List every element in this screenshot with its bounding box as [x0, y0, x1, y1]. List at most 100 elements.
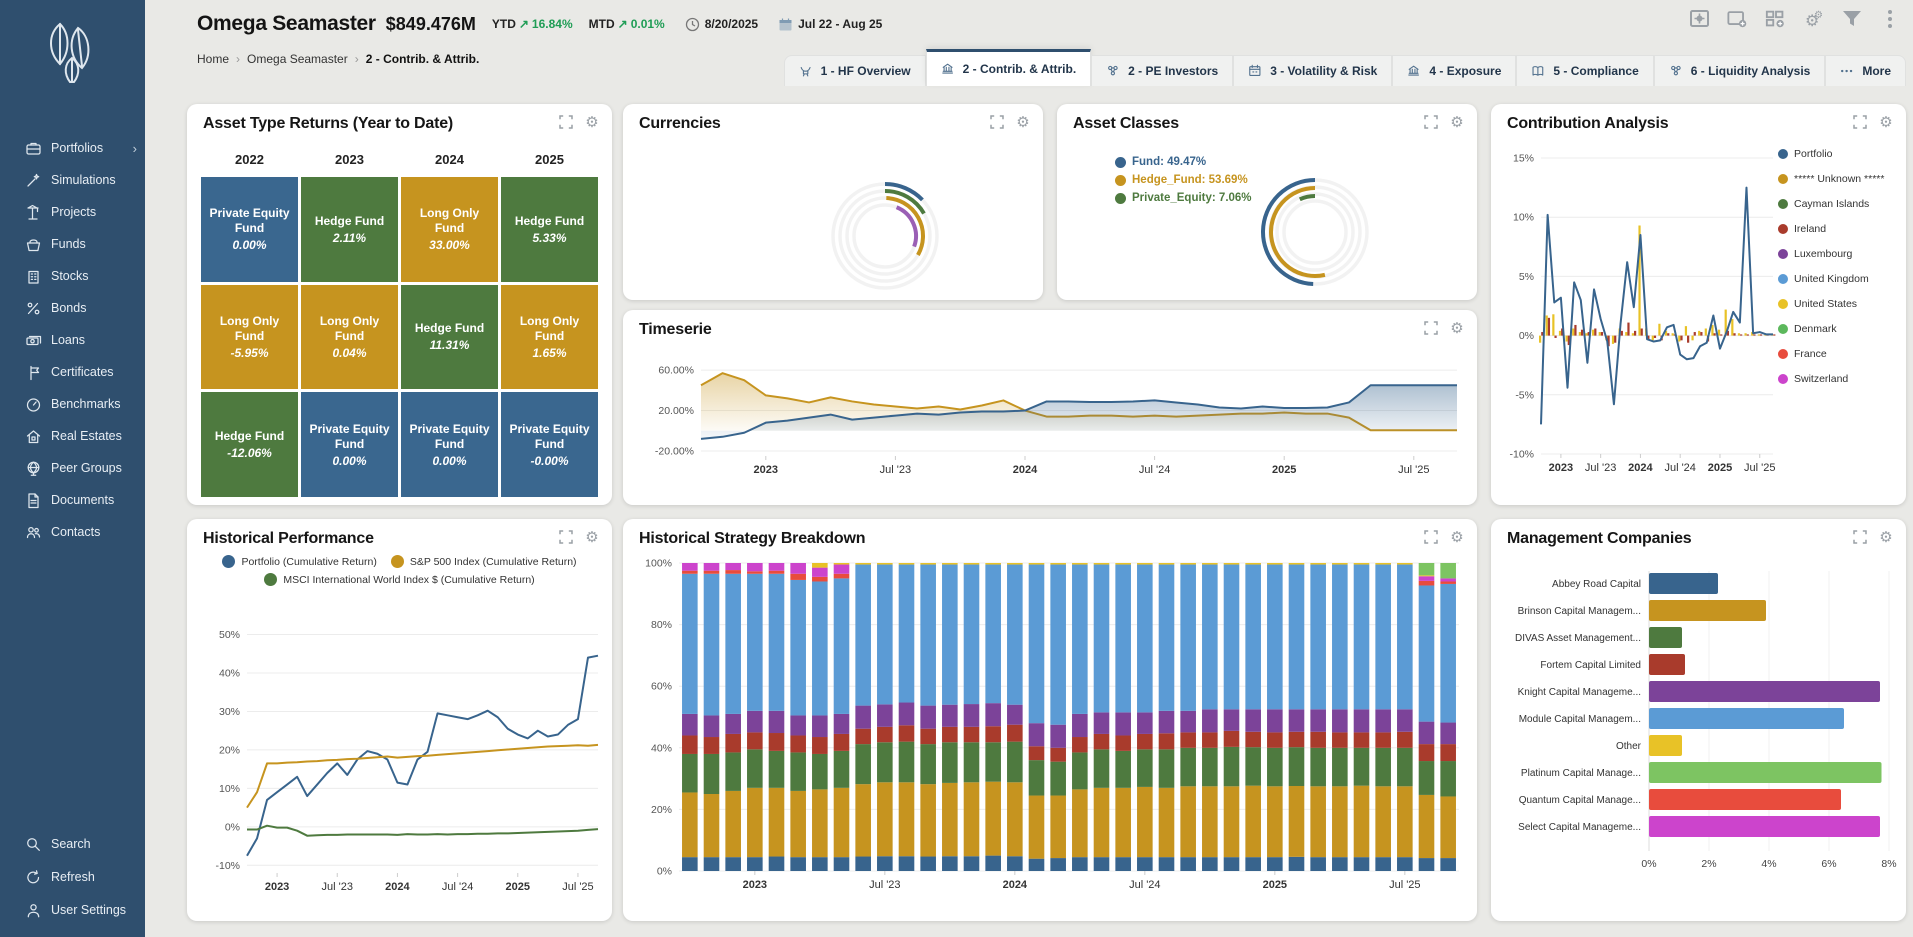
breadcrumb-item[interactable]: Omega Seamaster	[247, 52, 348, 66]
legend-item-portfolio-cumulative-return[interactable]: Portfolio (Cumulative Return)	[222, 555, 376, 568]
expand-icon[interactable]	[1423, 114, 1439, 130]
bar-select-capital-manageme	[1649, 816, 1880, 837]
expand-icon[interactable]	[1852, 114, 1868, 130]
tab-more[interactable]: More	[1825, 55, 1906, 86]
settings-gears-icon[interactable]: ⚙⚙	[1803, 8, 1825, 30]
sidebar-item-documents[interactable]: Documents	[0, 486, 145, 514]
breadcrumb-item[interactable]: Home	[197, 52, 229, 66]
tab-2-pe-investors[interactable]: 2 - PE Investors	[1091, 55, 1233, 86]
sidebar: Portfolios› Simulations Projects Funds Stock…	[0, 0, 145, 937]
gear-icon[interactable]: ⚙	[584, 529, 600, 545]
svg-text:Jul '25: Jul '25	[562, 881, 593, 893]
tab-2-contrib-attrib[interactable]: 2 - Contrib. & Attrib.	[926, 49, 1092, 86]
kebab-menu-icon[interactable]	[1879, 8, 1901, 30]
heatmap-cell-private-equity-fund[interactable]: Private Equity Fund0.00%	[401, 392, 498, 497]
sidebar-item-bonds[interactable]: Bonds	[0, 294, 145, 322]
svg-text:0%: 0%	[657, 866, 672, 878]
sidebar-item-stocks[interactable]: Stocks	[0, 262, 145, 290]
currencies-radial-chart	[623, 136, 1043, 298]
magnifier-icon	[24, 835, 42, 853]
svg-text:2025: 2025	[1708, 462, 1732, 474]
heatmap-cell-private-equity-fund[interactable]: Private Equity Fund0.00%	[301, 392, 398, 497]
heatmap-cell-long-only-fund[interactable]: Long Only Fund33.00%	[401, 177, 498, 282]
legend-item-ireland[interactable]: Ireland	[1778, 223, 1898, 235]
gear-icon[interactable]: ⚙	[1449, 114, 1465, 130]
svg-text:5%: 5%	[1519, 271, 1534, 283]
expand-icon[interactable]	[1423, 529, 1439, 545]
sidebar-item-search[interactable]: Search	[0, 830, 145, 858]
tab-6-liquidity-analysis[interactable]: 6 - Liquidity Analysis	[1654, 55, 1826, 86]
tab-4-exposure[interactable]: 4 - Exposure	[1392, 55, 1516, 86]
legend-dot	[264, 573, 277, 586]
breadcrumb: Home›Omega Seamaster›2 - Contrib. & Attr…	[197, 52, 479, 66]
tab-label: 5 - Compliance	[1553, 64, 1638, 78]
expand-icon[interactable]	[1423, 320, 1439, 336]
panel-title: Historical Strategy Breakdown	[639, 530, 865, 548]
legend-item-france[interactable]: France	[1778, 348, 1898, 360]
bar-platinum-capital-manage	[1649, 762, 1882, 783]
tab-label: 4 - Exposure	[1429, 64, 1501, 78]
mtd-label: MTD	[589, 17, 615, 31]
legend-item-united-kingdom[interactable]: United Kingdom	[1778, 273, 1898, 285]
svg-text:15%: 15%	[1513, 153, 1534, 165]
svg-text:2024: 2024	[1013, 464, 1038, 476]
sidebar-item-portfolios[interactable]: Portfolios›	[0, 134, 145, 162]
add-panel-icon[interactable]	[1727, 8, 1749, 30]
sidebar-item-refresh[interactable]: Refresh	[0, 863, 145, 891]
breadcrumb-item[interactable]: 2 - Contrib. & Attrib.	[366, 52, 480, 66]
sidebar-item-funds[interactable]: Funds	[0, 230, 145, 258]
legend-item-portfolio[interactable]: Portfolio	[1778, 148, 1898, 160]
heatmap-cell-long-only-fund[interactable]: Long Only Fund-5.95%	[201, 285, 298, 390]
sidebar-item-loans[interactable]: Loans	[0, 326, 145, 354]
gear-icon[interactable]: ⚙	[1878, 114, 1894, 130]
heatmap-cell-hedge-fund[interactable]: Hedge Fund5.33%	[501, 177, 598, 282]
expand-icon[interactable]	[558, 114, 574, 130]
heatmap-cell-long-only-fund[interactable]: Long Only Fund1.65%	[501, 285, 598, 390]
tab-5-compliance[interactable]: 5 - Compliance	[1516, 55, 1653, 86]
filter-icon[interactable]	[1841, 8, 1863, 30]
legend-item-luxembourg[interactable]: Luxembourg	[1778, 248, 1898, 260]
heatmap-cell-hedge-fund[interactable]: Hedge Fund-12.06%	[201, 392, 298, 497]
heatmap-cell-hedge-fund[interactable]: Hedge Fund2.11%	[301, 177, 398, 282]
heatmap-cell-private-equity-fund[interactable]: Private Equity Fund-0.00%	[501, 392, 598, 497]
sidebar-item-projects[interactable]: Projects	[0, 198, 145, 226]
heatmap-cell-private-equity-fund[interactable]: Private Equity Fund0.00%	[201, 177, 298, 282]
svg-text:Quantum Capital Manage...: Quantum Capital Manage...	[1519, 795, 1641, 806]
date-range[interactable]: Jul 22 - Aug 25	[778, 17, 882, 32]
svg-text:Other: Other	[1616, 741, 1642, 752]
heatmap-cell-hedge-fund[interactable]: Hedge Fund11.31%	[401, 285, 498, 390]
sidebar-item-contacts[interactable]: Contacts	[0, 518, 145, 546]
gear-icon[interactable]: ⚙	[584, 114, 600, 130]
tab-3-volatility-risk[interactable]: 3 - Volatility & Risk	[1233, 55, 1392, 86]
legend-item-cayman-islands[interactable]: Cayman Islands	[1778, 198, 1898, 210]
sidebar-item-user-settings[interactable]: User Settings	[0, 896, 145, 924]
sidebar-item-benchmarks[interactable]: Benchmarks	[0, 390, 145, 418]
expand-icon[interactable]	[1852, 529, 1868, 545]
as-of-date[interactable]: 8/20/2025	[685, 17, 758, 32]
legend-item-denmark[interactable]: Denmark	[1778, 323, 1898, 335]
dashboard-settings-icon[interactable]	[1689, 8, 1711, 30]
legend-item-united-states[interactable]: United States	[1778, 298, 1898, 310]
legend-item-s-p-500-index-cumulative-return[interactable]: S&P 500 Index (Cumulative Return)	[391, 555, 577, 568]
expand-icon[interactable]	[989, 114, 1005, 130]
legend-item-unknown[interactable]: ***** Unknown *****	[1778, 173, 1898, 185]
ytd-value: 16.84%	[532, 17, 573, 31]
gear-icon[interactable]: ⚙	[1878, 529, 1894, 545]
add-widget-icon[interactable]	[1765, 8, 1787, 30]
sidebar-item-simulations[interactable]: Simulations	[0, 166, 145, 194]
legend-item-msci-international-world-index-cumulative-return[interactable]: MSCI International World Index $ (Cumula…	[264, 573, 534, 586]
panel-title: Contribution Analysis	[1507, 115, 1668, 133]
expand-icon[interactable]	[558, 529, 574, 545]
legend-label: United Kingdom	[1794, 273, 1869, 285]
sidebar-item-certificates[interactable]: Certificates	[0, 358, 145, 386]
gear-icon[interactable]: ⚙	[1449, 529, 1465, 545]
sidebar-item-real-estates[interactable]: Real Estates	[0, 422, 145, 450]
heatmap-cell-long-only-fund[interactable]: Long Only Fund0.04%	[301, 285, 398, 390]
gear-icon[interactable]: ⚙	[1449, 320, 1465, 336]
gear-icon[interactable]: ⚙	[1015, 114, 1031, 130]
svg-text:Jul '24: Jul '24	[1664, 462, 1695, 474]
legend-item-switzerland[interactable]: Switzerland	[1778, 373, 1898, 385]
svg-text:20.00%: 20.00%	[658, 405, 694, 417]
tab-1-hf-overview[interactable]: 1 - HF Overview	[784, 55, 926, 86]
sidebar-item-peer-groups[interactable]: Peer Groups	[0, 454, 145, 482]
